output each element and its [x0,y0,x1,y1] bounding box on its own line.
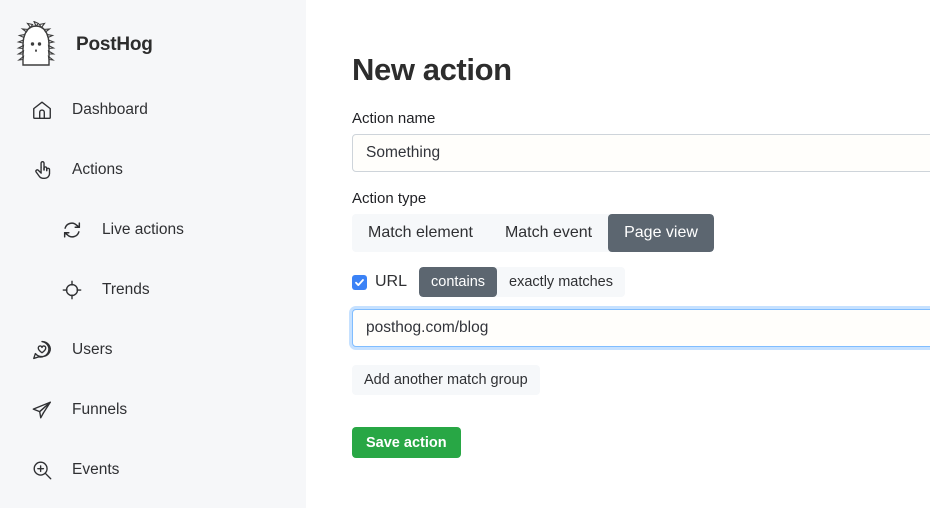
action-name-input[interactable] [352,134,930,172]
sidebar-item-label: Events [72,461,119,479]
url-match-row: URL contains exactly matches [352,267,930,297]
page-title: New action [352,52,930,88]
save-action-button[interactable]: Save action [352,427,461,458]
url-match-exactly-matches-button[interactable]: exactly matches [497,267,625,297]
paper-plane-icon [30,398,54,422]
sidebar-item-live-actions[interactable]: Live actions [0,214,306,246]
add-match-group-button[interactable]: Add another match group [352,365,540,395]
action-type-page-view-button[interactable]: Page view [608,214,714,252]
hedgehog-logo-icon [16,21,56,69]
sidebar-item-label: Trends [102,281,150,299]
url-match-contains-button[interactable]: contains [419,267,497,297]
main-content: New action Action name Action type Match… [306,0,930,508]
home-icon [30,98,54,122]
brand-name: PostHog [76,34,153,56]
crosshair-icon [60,278,84,302]
sidebar-item-events[interactable]: Events [0,454,306,486]
action-type-match-element-button[interactable]: Match element [352,214,489,252]
brand[interactable]: PostHog [0,0,306,72]
url-value-input[interactable] [352,309,930,347]
sidebar-item-label: Dashboard [72,101,148,119]
sidebar-item-dashboard[interactable]: Dashboard [0,94,306,126]
sidebar-item-actions[interactable]: Actions [0,154,306,186]
url-checkbox-label: URL [375,273,407,291]
sidebar-item-trends[interactable]: Trends [0,274,306,306]
sidebar-item-label: Users [72,341,112,359]
sidebar-item-label: Live actions [102,221,184,239]
sidebar-item-users[interactable]: Users [0,334,306,366]
url-checkbox[interactable] [352,275,367,290]
refresh-icon [60,218,84,242]
url-match-type-group: contains exactly matches [419,267,625,297]
action-type-label: Action type [352,190,930,207]
action-type-match-event-button[interactable]: Match event [489,214,608,252]
hand-click-icon [30,158,54,182]
heart-chat-icon [30,338,54,362]
sidebar-nav: Dashboard Actions [0,94,306,486]
sidebar-item-label: Funnels [72,401,127,419]
action-type-button-group: Match element Match event Page view [352,214,714,252]
zoom-in-icon [30,458,54,482]
sidebar: PostHog Dashboard [0,0,306,508]
app-window: PostHog Dashboard [0,0,930,508]
action-name-label: Action name [352,110,930,127]
sidebar-item-label: Actions [72,161,123,179]
sidebar-item-funnels[interactable]: Funnels [0,394,306,426]
